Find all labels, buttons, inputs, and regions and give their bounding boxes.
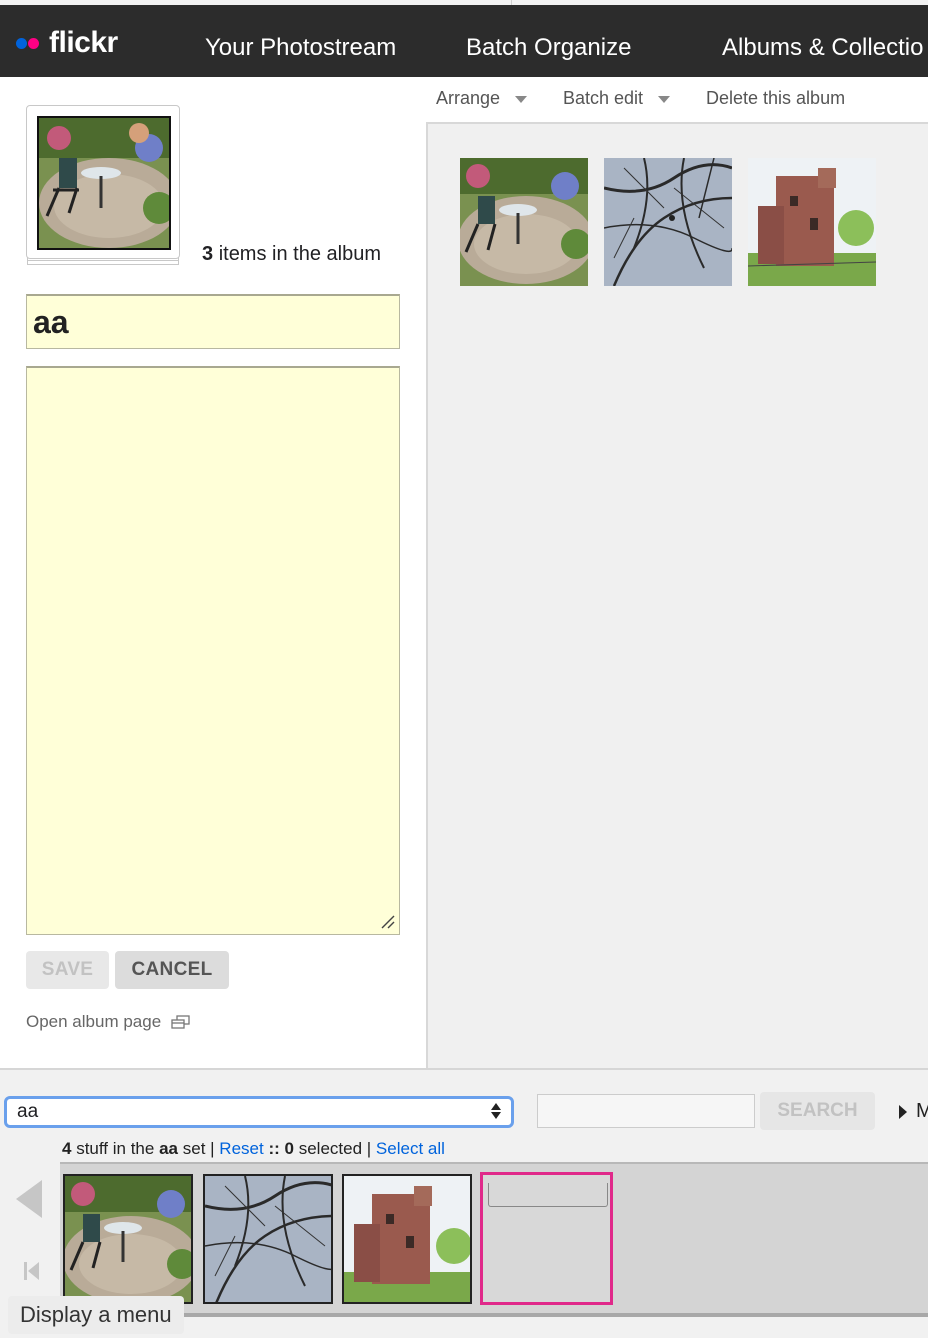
album-toolbar: Arrange Batch edit Delete this album (426, 77, 928, 122)
delete-album-link[interactable]: Delete this album (706, 88, 845, 109)
set-select-value: aa (17, 1101, 39, 1122)
status-text: stuff in the (76, 1139, 155, 1158)
selection-status: 4 stuff in the aa set | Reset :: 0 selec… (62, 1139, 445, 1159)
set-select-dropdown[interactable]: aa (4, 1096, 514, 1128)
select-all-link[interactable]: Select all (376, 1139, 445, 1158)
top-nav: flickr Your Photostream Batch Organize A… (0, 5, 928, 77)
status-count: 4 (62, 1139, 72, 1158)
slot-inner-frame (488, 1183, 608, 1207)
select-arrows-icon (491, 1103, 501, 1119)
logo-blue-dot (16, 37, 27, 49)
album-description-input[interactable] (26, 366, 400, 935)
open-album-label: Open album page (26, 1012, 162, 1031)
status-separator: :: (268, 1139, 280, 1158)
chevron-down-icon (658, 96, 671, 103)
external-window-icon (171, 1015, 190, 1029)
album-photo-tower[interactable] (748, 158, 876, 286)
batch-edit-menu[interactable]: Batch edit (563, 88, 671, 109)
search-button[interactable]: SEARCH (760, 1092, 875, 1130)
batch-edit-label: Batch edit (563, 88, 644, 108)
album-item-count: 3 items in the album (202, 243, 381, 266)
album-canvas (426, 122, 928, 1068)
album-photo-branches[interactable] (604, 158, 732, 286)
item-count-number: 3 (202, 243, 214, 265)
item-count-text: items in the album (218, 243, 381, 265)
status-set-name: aa (159, 1139, 178, 1158)
strip-scrollbar[interactable] (60, 1313, 928, 1317)
open-album-page-link[interactable]: Open album page (26, 1012, 191, 1032)
strip-photo-branches[interactable] (203, 1174, 333, 1304)
reset-link[interactable]: Reset (219, 1139, 263, 1158)
album-title-input[interactable] (26, 294, 400, 349)
arrange-menu[interactable]: Arrange (436, 88, 528, 109)
cancel-button[interactable]: CANCEL (115, 951, 229, 989)
organizer-panel: aa SEARCH M 4 stuff in the aa set | Rese… (0, 1068, 928, 1338)
more-options-toggle[interactable]: M (899, 1100, 928, 1123)
logo-text: flickr (49, 26, 118, 59)
resize-grip-icon[interactable] (380, 914, 396, 930)
chevron-down-icon (515, 96, 528, 103)
selected-text: selected | (298, 1139, 372, 1158)
arrow-left-icon[interactable] (16, 1180, 42, 1218)
selected-empty-slot[interactable] (480, 1172, 613, 1305)
flickr-logo[interactable]: flickr (16, 25, 118, 61)
status-text: set | (182, 1139, 215, 1158)
nav-batch-organize[interactable]: Batch Organize (466, 34, 631, 62)
nav-albums-collections[interactable]: Albums & Collectio (722, 34, 923, 62)
tooltip: Display a menu (8, 1296, 184, 1334)
skip-to-first-icon[interactable] (22, 1260, 42, 1282)
triangle-right-icon (899, 1104, 907, 1119)
selected-count: 0 (284, 1139, 294, 1158)
cover-photo-garden (37, 116, 171, 250)
arrange-label: Arrange (436, 88, 501, 108)
search-input[interactable] (537, 1094, 755, 1128)
album-photo-garden[interactable] (460, 158, 588, 286)
save-button[interactable]: SAVE (26, 951, 109, 989)
cover-frame (26, 105, 180, 259)
album-cover (26, 105, 180, 267)
photo-strip (60, 1162, 928, 1314)
logo-pink-dot (28, 37, 39, 49)
nav-your-photostream[interactable]: Your Photostream (205, 34, 396, 62)
strip-photo-garden[interactable] (63, 1174, 193, 1304)
strip-photo-tower[interactable] (342, 1174, 472, 1304)
flickr-organizer-page: flickr Your Photostream Batch Organize A… (0, 0, 928, 1338)
more-options-label: M (916, 1100, 928, 1122)
delete-album-label: Delete this album (706, 88, 846, 108)
